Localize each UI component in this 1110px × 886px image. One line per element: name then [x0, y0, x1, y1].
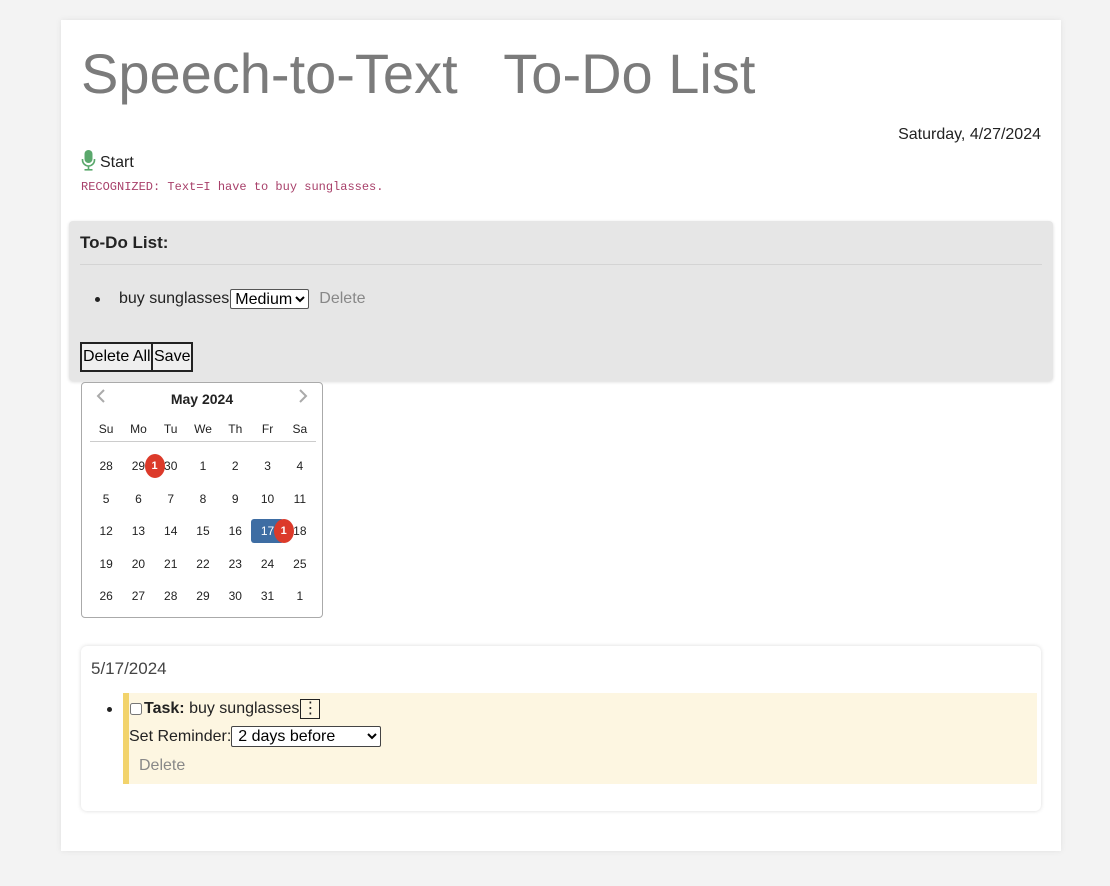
priority-select[interactable]: Medium [230, 289, 310, 309]
more-options-icon[interactable]: ⋮ [300, 699, 321, 719]
calendar-week-row: 26 27 28 29 30 31 1 [90, 580, 316, 613]
calendar-day[interactable]: 30 [219, 584, 251, 608]
calendar-day[interactable]: 30 [155, 454, 187, 478]
calendar-day[interactable]: 6 [122, 487, 154, 511]
calendar-day[interactable]: 29 1 [122, 454, 165, 479]
page-title: Speech-to-Text To-Do List [81, 42, 756, 105]
weekday-label: Sa [292, 422, 308, 436]
calendar-day[interactable]: 28 [155, 584, 187, 608]
calendar-day[interactable]: 16 [219, 519, 251, 543]
calendar-week-row: 12 13 14 15 16 17 1 18 [90, 515, 316, 548]
delete-task-button[interactable]: Delete [139, 757, 185, 775]
task-label: Task: [144, 700, 185, 717]
recognized-text: RECOGNIZED: Text=I have to buy sunglasse… [81, 180, 384, 194]
weekday-label: Fr [261, 422, 274, 436]
calendar-day[interactable]: 14 [155, 519, 187, 543]
task-line: Task: buy sunglasses ⋮ [129, 699, 321, 719]
weekday-label: Tu [163, 422, 178, 436]
calendar-day[interactable]: 5 [90, 487, 122, 511]
calendar-day[interactable]: 31 [251, 584, 283, 608]
calendar-day[interactable]: 29 [187, 584, 219, 608]
calendar-day[interactable]: 15 [187, 519, 219, 543]
bullet-icon [95, 296, 100, 302]
reminder-label: Set Reminder: [129, 727, 232, 745]
calendar-day[interactable]: 19 [90, 552, 122, 576]
calendar-grid: Su Mo Tu We Th Fr Sa 28 29 1 30 1 2 3 4 5 6 7 8 9 10 11 12 13 1… [90, 417, 316, 613]
calendar-day[interactable]: 25 [284, 552, 316, 576]
calendar-day[interactable]: 26 [90, 584, 122, 608]
calendar-day[interactable]: 1 [284, 584, 316, 608]
reminder-select[interactable]: 2 days before [231, 726, 382, 747]
calendar-weekday-row: Su Mo Tu We Th Fr Sa [90, 417, 316, 442]
bullet-icon [107, 707, 112, 712]
calendar-day[interactable]: 2 [219, 454, 251, 478]
calendar-day[interactable]: 23 [219, 552, 251, 576]
todo-item-text: buy sunglasses [119, 290, 230, 307]
day-detail-card: 5/17/2024 Task: buy sunglasses ⋮ Set Rem… [81, 646, 1041, 811]
calendar-day[interactable]: 27 [122, 584, 154, 608]
calendar-month-label: May 2024 [170, 391, 234, 407]
chevron-right-icon[interactable] [298, 389, 308, 408]
calendar-day[interactable]: 11 [284, 487, 316, 511]
task-text: buy sunglasses [189, 700, 300, 717]
calendar-day[interactable]: 4 [284, 454, 316, 478]
current-date: Saturday, 4/27/2024 [898, 126, 1041, 143]
start-label: Start [100, 154, 134, 171]
app-page: Speech-to-Text To-Do List Saturday, 4/27… [61, 20, 1061, 851]
calendar-day[interactable]: 10 [251, 487, 283, 511]
calendar-day[interactable]: 20 [122, 552, 154, 576]
calendar-day[interactable]: 24 [251, 552, 283, 576]
start-recording-button[interactable]: Start [81, 150, 134, 176]
calendar-day[interactable]: 1 [187, 454, 219, 478]
delete-item-button[interactable]: Delete [319, 290, 365, 308]
calendar-day[interactable]: 13 [122, 519, 154, 543]
calendar: May 2024 Su Mo Tu We Th Fr Sa 28 29 1 30 1 2 3 4 5 6 7 8 9… [81, 382, 323, 618]
calendar-day[interactable]: 7 [155, 487, 187, 511]
calendar-day[interactable]: 8 [187, 487, 219, 511]
todo-heading: To-Do List: [80, 233, 169, 252]
calendar-day[interactable]: 21 [155, 552, 187, 576]
microphone-icon [81, 150, 96, 176]
save-button[interactable]: Save [151, 342, 194, 372]
calendar-week-row: 5 6 7 8 9 10 11 [90, 483, 316, 516]
day-detail-date: 5/17/2024 [91, 659, 167, 678]
calendar-day[interactable]: 18 [284, 519, 316, 543]
todo-panel: To-Do List: buy sunglasses Medium Delete… [69, 221, 1053, 381]
calendar-day[interactable]: 3 [251, 454, 283, 478]
calendar-day[interactable]: 17 1 [251, 519, 294, 544]
task-checkbox[interactable] [130, 703, 142, 715]
calendar-day[interactable]: 12 [90, 519, 122, 543]
weekday-label: Mo [130, 422, 147, 436]
todo-divider [80, 264, 1042, 265]
reminder-row: Set Reminder: 2 days before [129, 726, 382, 747]
calendar-week-row: 19 20 21 22 23 24 25 [90, 548, 316, 581]
weekday-label: We [194, 422, 212, 436]
calendar-week-row: 28 29 1 30 1 2 3 4 [90, 450, 316, 483]
calendar-day[interactable]: 28 [90, 454, 122, 478]
weekday-label: Su [98, 422, 114, 436]
weekday-label: Th [228, 422, 243, 436]
delete-all-button[interactable]: Delete All [80, 342, 154, 372]
task-item: Task: buy sunglasses ⋮ Set Reminder: 2 d… [123, 693, 1037, 784]
calendar-day[interactable]: 9 [219, 487, 251, 511]
calendar-day[interactable]: 22 [187, 552, 219, 576]
list-item: buy sunglasses Medium Delete [95, 289, 366, 309]
